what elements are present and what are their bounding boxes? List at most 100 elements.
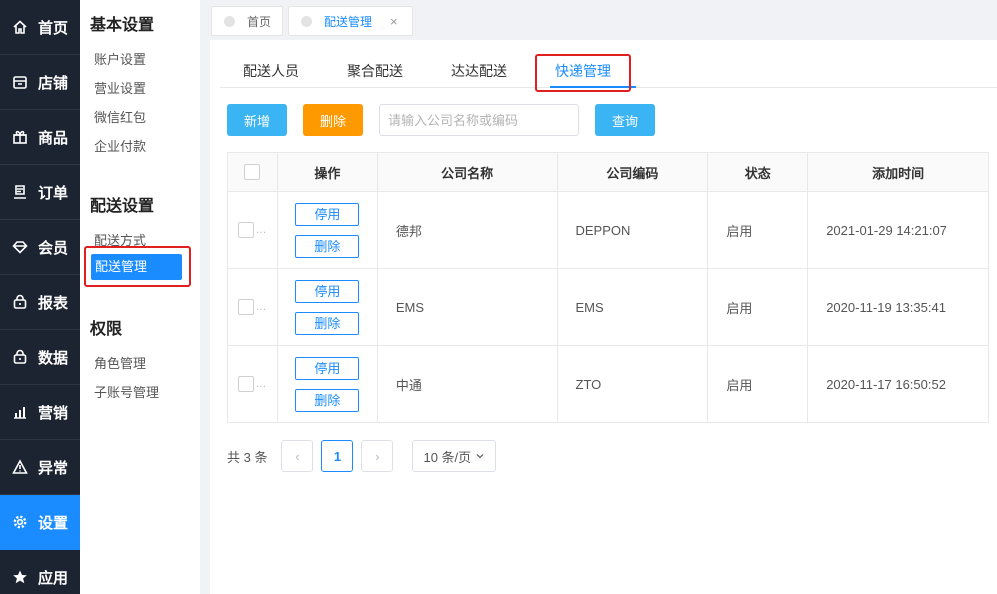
submenu-item-account-settings[interactable]: 账户设置 [94,49,146,68]
nav-item-marketing[interactable]: 营销 [0,385,80,440]
row-checkbox-cell: … [227,345,278,423]
nav-item-store[interactable]: 店铺 [0,55,80,110]
submenu-item-business-settings[interactable]: 营业设置 [94,78,146,97]
row-delete-button[interactable]: 删除 [295,388,360,412]
tab-home[interactable]: 首页 [211,6,283,36]
cell-ellipsis: … [255,301,267,314]
main-nav: 首页 店铺 商品 订单 会员 报表 数据 营销 异常 设置 应用 [0,0,80,594]
subtab-couriers[interactable]: 配送人员 [243,61,299,81]
nav-item-label: 商品 [38,129,69,147]
nav-item-label: 应用 [38,569,69,587]
bar-chart-icon [11,403,29,421]
row-delete-button[interactable]: 删除 [295,311,360,335]
nav-item-label: 营销 [38,404,69,422]
settings-submenu: 基本设置 账户设置 营业设置 微信红包 企业付款 配送设置 配送方式 配送管理 … [80,0,200,594]
row-delete-button[interactable]: 删除 [295,234,360,258]
added-time-cell: 2020-11-19 13:35:41 [807,268,989,346]
column-header-operation: 操作 [276,152,378,192]
nav-item-label: 店铺 [38,74,69,92]
page-number-button[interactable]: 1 [321,440,354,472]
table-row: … 停用 删除 中通 ZTO 启用 2020-11-17 16:50:52 [227,345,989,423]
nav-item-label: 首页 [38,19,69,37]
submenu-item-subaccount-management[interactable]: 子账号管理 [94,382,159,401]
star-icon [11,568,29,586]
header-checkbox-cell [227,152,278,192]
submenu-item-role-management[interactable]: 角色管理 [94,353,146,372]
company-code-cell: EMS [556,268,709,346]
next-page-button[interactable]: › [361,440,394,472]
main-panel: 配送人员 聚合配送 达达配送 快递管理 新增 删除 查询 操作 公司名称 公司编… [210,40,997,594]
tab-label: 配送管理 [324,14,373,29]
company-name-cell: EMS [376,268,558,346]
tab-label: 首页 [247,14,272,29]
subtab-dada-delivery[interactable]: 达达配送 [451,61,507,81]
column-header-added-time: 添加时间 [807,152,989,192]
nav-item-label: 订单 [38,184,69,202]
row-operation-cell: 停用 删除 [276,268,378,346]
query-button[interactable]: 查询 [595,104,655,136]
prev-page-button[interactable]: ‹ [281,440,314,472]
page-tab-bar: 首页 配送管理 × [210,0,997,40]
row-checkbox[interactable] [238,376,255,393]
nav-item-home[interactable]: 首页 [0,0,80,55]
pagination: 共 3 条 ‹ 1 › 10 条/页 [227,440,497,472]
nav-item-label: 会员 [38,239,69,257]
chevron-left-icon: ‹ [295,448,300,464]
page-size-select[interactable]: 10 条/页 [412,440,497,472]
search-input[interactable] [379,104,579,136]
chevron-down-icon [476,454,484,459]
nav-item-label: 数据 [38,349,69,367]
nav-item-exceptions[interactable]: 异常 [0,440,80,495]
nav-item-label: 异常 [38,459,69,477]
delete-button[interactable]: 删除 [303,104,363,136]
nav-item-data[interactable]: 数据 [0,330,80,385]
company-code-cell: DEPPON [556,191,709,269]
nav-item-goods[interactable]: 商品 [0,110,80,165]
column-header-company-name: 公司名称 [376,152,558,192]
row-operation-cell: 停用 删除 [276,345,378,423]
added-time-cell: 2021-01-29 14:21:07 [807,191,989,269]
nav-item-reports[interactable]: 报表 [0,275,80,330]
status-cell: 启用 [707,191,809,269]
gift-icon [11,128,29,146]
nav-item-label: 报表 [38,294,69,312]
row-checkbox-cell: … [227,191,278,269]
subtab-highlight-box [535,54,631,92]
tab-dot-icon [224,15,235,27]
submenu-highlight-box [84,246,191,287]
disable-button[interactable]: 停用 [295,202,360,226]
status-cell: 启用 [707,345,809,423]
row-checkbox-cell: … [227,268,278,346]
subtab-aggregated-delivery[interactable]: 聚合配送 [347,61,403,81]
submenu-group-permissions: 权限 [90,321,123,338]
row-checkbox[interactable] [238,299,255,316]
company-name-cell: 中通 [376,345,558,423]
table-header-row: 操作 公司名称 公司编码 状态 添加时间 [227,152,989,192]
close-icon[interactable]: × [390,14,398,29]
added-time-cell: 2020-11-17 16:50:52 [807,345,989,423]
nav-item-orders[interactable]: 订单 [0,165,80,220]
tab-dot-icon [301,15,312,27]
disable-button[interactable]: 停用 [295,279,360,303]
nav-item-label: 设置 [38,514,69,532]
nav-item-members[interactable]: 会员 [0,220,80,275]
order-icon [11,183,29,201]
select-all-checkbox[interactable] [244,164,261,181]
submenu-item-enterprise-payment[interactable]: 企业付款 [94,136,146,155]
nav-item-settings[interactable]: 设置 [0,495,80,550]
home-icon [11,18,29,36]
store-icon [11,73,29,91]
row-checkbox[interactable] [238,222,255,239]
member-icon [11,238,29,256]
company-code-cell: ZTO [556,345,709,423]
company-name-cell: 德邦 [376,191,558,269]
tab-delivery-management[interactable]: 配送管理 × [288,6,413,36]
chevron-right-icon: › [375,448,380,464]
nav-item-apps[interactable]: 应用 [0,550,80,594]
submenu-item-wechat-redpacket[interactable]: 微信红包 [94,107,146,126]
add-button[interactable]: 新增 [227,104,287,136]
table-row: … 停用 删除 EMS EMS 启用 2020-11-19 13:35:41 [227,268,989,346]
cell-ellipsis: … [255,378,267,391]
report-icon [11,293,29,311]
disable-button[interactable]: 停用 [295,356,360,380]
